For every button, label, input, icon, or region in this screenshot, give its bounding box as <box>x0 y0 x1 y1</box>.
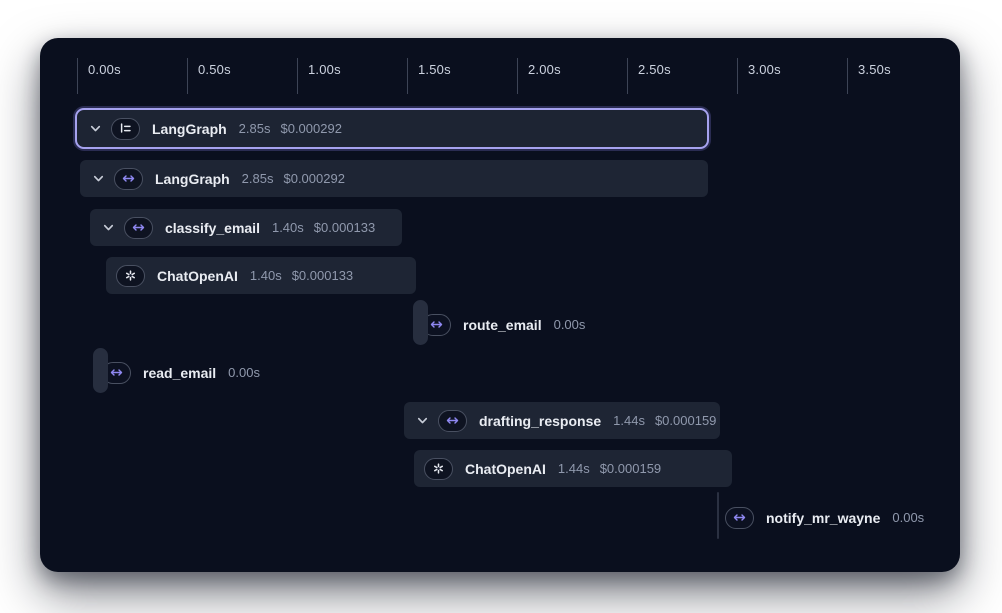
span-label: ChatOpenAI <box>157 268 238 284</box>
span-duration: 1.40s <box>250 268 282 283</box>
timeline-tick-line <box>77 58 78 94</box>
zero-span-bar <box>413 300 428 345</box>
zero-span-marker: route_email 0.00s <box>413 304 585 345</box>
span-label: ChatOpenAI <box>465 461 546 477</box>
timeline-tick-label: 2.00s <box>528 62 561 77</box>
span-row-chatopenai[interactable]: ChatOpenAI 1.44s $0.000159 <box>414 450 732 487</box>
timeline-tick-line <box>627 58 628 94</box>
span-row-chatopenai[interactable]: ChatOpenAI 1.40s $0.000133 <box>106 257 416 294</box>
span-duration: 1.44s <box>613 413 645 428</box>
chevron-down-icon[interactable] <box>100 220 116 236</box>
zero-span-marker: read_email 0.00s <box>93 352 260 393</box>
timeline-tick-label: 1.50s <box>418 62 451 77</box>
span-row-notify-mr-wayne[interactable]: notify_mr_wayne 0.00s <box>717 499 924 536</box>
openai-logo-icon <box>424 458 453 480</box>
span-row-read-email[interactable]: read_email 0.00s <box>93 354 260 391</box>
chevron-down-icon[interactable] <box>414 413 430 429</box>
timeline-tick-line <box>187 58 188 94</box>
timeline-tick-label: 1.00s <box>308 62 341 77</box>
span-cost: $0.000292 <box>283 171 344 186</box>
zero-span-bar <box>93 348 108 393</box>
span-cost: $0.000133 <box>314 220 375 235</box>
timeline-tick-line <box>517 58 518 94</box>
trace-waterfall-screen: 0.00s 0.50s 1.00s 1.50s 2.00s 2.50s 3.00s 3.50s… <box>0 0 1002 613</box>
span-row-langgraph[interactable]: LangGraph 2.85s $0.000292 <box>75 108 709 149</box>
span-duration: 0.00s <box>228 365 260 380</box>
span-duration: 0.00s <box>892 510 924 525</box>
span-duration: 2.85s <box>239 121 271 136</box>
openai-logo-icon <box>116 265 145 287</box>
arrows-horizontal-icon <box>124 217 153 239</box>
span-row-langgraph[interactable]: LangGraph 2.85s $0.000292 <box>80 160 708 197</box>
span-label: LangGraph <box>152 121 227 137</box>
timeline-tick-line <box>407 58 408 94</box>
span-duration: 2.85s <box>242 171 274 186</box>
chevron-down-icon[interactable] <box>90 171 106 187</box>
timeline-tick-label: 3.00s <box>748 62 781 77</box>
span-duration: 1.44s <box>558 461 590 476</box>
span-duration: 0.00s <box>554 317 586 332</box>
tree-structure-icon <box>111 118 140 140</box>
timeline-tick-line <box>737 58 738 94</box>
span-row-classify-email[interactable]: classify_email 1.40s $0.000133 <box>90 209 402 246</box>
timeline-tick-line <box>297 58 298 94</box>
span-duration: 1.40s <box>272 220 304 235</box>
timeline-tick-label: 2.50s <box>638 62 671 77</box>
arrows-horizontal-icon <box>438 410 467 432</box>
trace-waterfall-panel: 0.00s 0.50s 1.00s 1.50s 2.00s 2.50s 3.00s 3.50s… <box>40 38 960 572</box>
zero-span-marker: notify_mr_wayne 0.00s <box>717 497 924 539</box>
span-row-route-email[interactable]: route_email 0.00s <box>413 306 585 343</box>
span-label: read_email <box>143 365 216 381</box>
span-cost: $0.000159 <box>655 413 716 428</box>
span-label: drafting_response <box>479 413 601 429</box>
span-label: classify_email <box>165 220 260 236</box>
span-label: LangGraph <box>155 171 230 187</box>
timeline-tick-label: 3.50s <box>858 62 891 77</box>
timeline-tick-label: 0.00s <box>88 62 121 77</box>
arrows-horizontal-icon <box>725 507 754 529</box>
span-label: notify_mr_wayne <box>766 510 880 526</box>
zero-span-bar <box>717 492 719 539</box>
arrows-horizontal-icon <box>114 168 143 190</box>
span-cost: $0.000292 <box>280 121 341 136</box>
timeline-tick-label: 0.50s <box>198 62 231 77</box>
span-cost: $0.000133 <box>292 268 353 283</box>
chevron-down-icon[interactable] <box>87 121 103 137</box>
timeline-tick-line <box>847 58 848 94</box>
span-label: route_email <box>463 317 542 333</box>
span-cost: $0.000159 <box>600 461 661 476</box>
span-row-drafting-response[interactable]: drafting_response 1.44s $0.000159 <box>404 402 720 439</box>
